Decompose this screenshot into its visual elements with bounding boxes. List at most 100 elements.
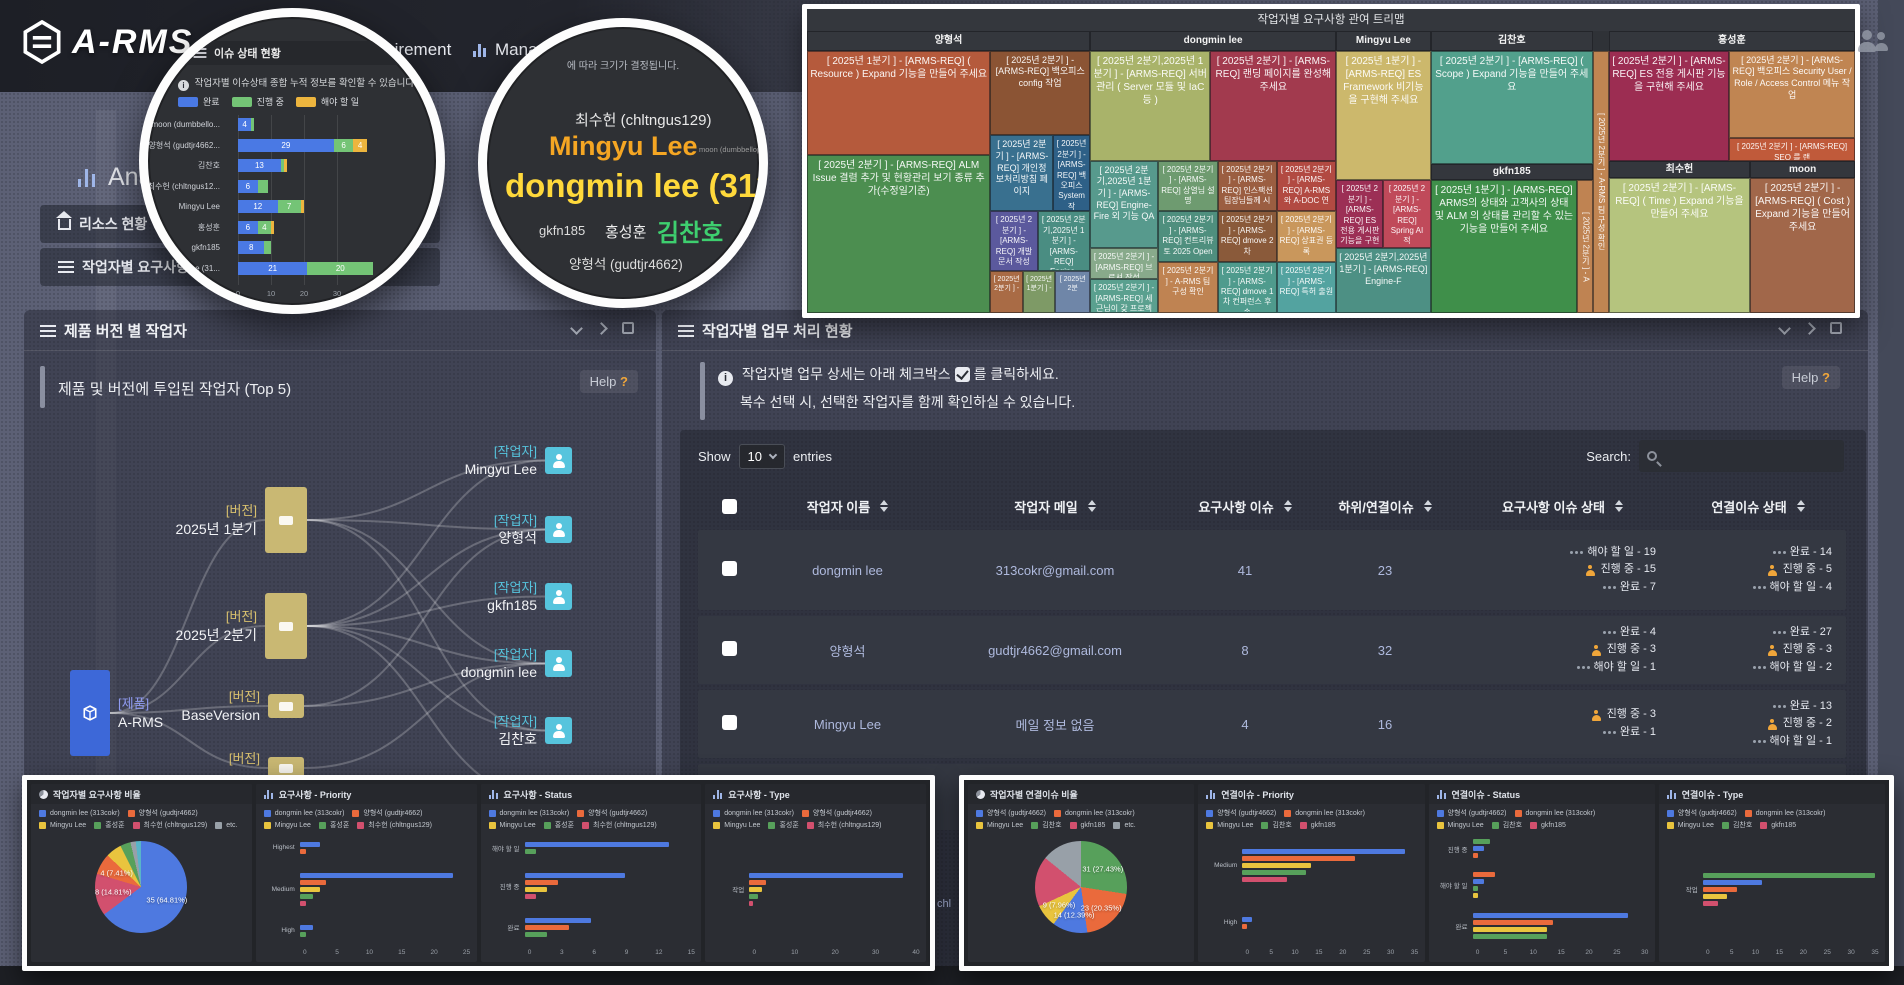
treemap-cell[interactable]: [ 2025년 2분기,2025년 1분기 ] - [ARMS-REQ] Eng… [1090,161,1158,248]
treemap-cell[interactable]: [ 2025년 2분기 ] - [ARMS-REQ] ( Time ) Expa… [1609,178,1750,313]
column-header[interactable]: 요구사항 이슈 [1175,497,1315,516]
table-header: 작업자 이름작업자 메일요구사항 이슈하위/연결이슈요구사항 이슈 상태연결이슈… [698,486,1846,526]
wordcloud-word[interactable]: 홍성훈 [605,221,646,242]
search-input[interactable] [1639,440,1844,472]
table-row[interactable]: Mingyu Lee메일 정보 없음416진행 중 - 3완료 - 1완료 - … [698,690,1846,758]
sort-icon[interactable] [1284,500,1292,512]
treemap-cell[interactable]: [ 2025년 2분기 ] - [ARMS-REQ] dmove 2차 [1218,211,1277,262]
column-header[interactable]: 연결이슈 상태 [1670,497,1846,516]
bar [1473,934,1548,939]
treemap-cell[interactable]: [ 2025년 1분기 ] - [1023,271,1055,313]
treemap-cell[interactable]: [ 2025년 2분기 ] - [ARMS-REQ] 백오피스 System 작 [1053,135,1090,211]
wordcloud-word[interactable]: 양형석 (gudtjr4662) [569,253,683,273]
sort-icon[interactable] [1424,500,1432,512]
treemap-cell[interactable]: [ 2025년 2분기 ] - [ARMS-REQ] 개인정보처리방침 페이지 [990,135,1053,211]
network-node-2025년 2분기[interactable] [265,593,307,659]
network-node-BaseVersion[interactable] [268,694,304,718]
column-header[interactable]: 작업자 메일 [935,497,1175,516]
bar [1242,917,1252,922]
network-node-김찬호[interactable] [545,717,572,744]
treemap-cell[interactable]: [ 2025년 2분기,2025년 1분기 ] - [ARMS-REQ] 서버 … [1090,51,1211,161]
treemap-cell[interactable]: [ 2025년 2분기,2025년 1분기 ] - [ARMS-REQ] Eng… [1336,248,1430,313]
divider [662,350,1868,351]
wordcloud-word[interactable]: 최수헌 (chltngus129) [575,109,711,130]
column-header[interactable]: 요구사항 이슈 상태 [1455,497,1670,516]
worker-name[interactable]: dongmin lee [760,563,935,578]
treemap-cell[interactable]: [ 2025년 2분기 ] - [990,271,1022,313]
treemap-cell[interactable]: [ 2025년 2분기 ] - A [1577,180,1593,313]
treemap-cell[interactable]: [ 2025년 2분기 ] - [ARMS-REQ] ES 전용 게시판 기능을… [1336,180,1383,248]
treemap-cell[interactable]: [ 2025년 2분기 ] - [ARMS-REQ] 컨트리뷰토 2025 Op… [1158,211,1218,262]
treemap-cell[interactable]: [ 2025년 2분기 ] - [ARMS-REQ] SEO 를 랜 [1729,138,1855,161]
x-axis-tick: 3 [560,949,564,956]
treemap-cell[interactable]: [ 2025년 1분기 ] - [ARMS-REQ] ES Framework … [1336,51,1430,181]
treemap-cell[interactable]: [ 2025년 2분기 ] - [ARMS-REQ] 개발 문서 작성 [990,211,1037,270]
treemap-cell[interactable]: [ 2025년 2분기 ] - [ARMS-REQ] 랜딩 페이지를 완성해 주… [1210,51,1336,161]
select-all-checkbox[interactable] [722,499,737,514]
treemap-cell[interactable]: [ 2025년 2분기 ] - [ARMS-REQ] 백오피스 config 작… [990,51,1090,136]
chevron-right-icon[interactable] [1803,322,1816,335]
network-node-Mingyu Lee[interactable] [545,447,572,474]
treemap-cell[interactable]: [ 2025년 1분기 ] - [ARMS-REQ] ( Resource ) … [807,51,990,155]
treemap-cell[interactable]: [ 2025년 2분기 ] - [ARMS-REQ] 백오피스 Security… [1729,51,1855,138]
network-node-2025년 1분기[interactable] [265,487,307,553]
text-fragment: chl [937,898,951,910]
chart-legend: 완료진행 중해야 할 일 [178,95,359,108]
bar-segment: 21 [238,262,307,275]
treemap-cell[interactable]: [ 2025년 2분 [1055,271,1090,313]
wordcloud-word[interactable]: Mingyu Lee [549,131,698,162]
chevron-down-icon[interactable] [1778,322,1791,335]
treemap-cell[interactable]: [ 2025년 2분기 ] - [ARMS-REQ] 인스팩션 팀장님들께 시 [1218,161,1277,212]
users-icon[interactable] [1856,30,1890,56]
table-row[interactable]: 양형석gudtjr4662@gmail.com832완료 - 4진행 중 - 3… [698,616,1846,684]
bar-group: 작업 [713,873,916,906]
treemap-cell[interactable]: [ 2025년 2분기 ] - [ARMS-REQ] dmove 1차 컨퍼런스… [1218,262,1277,313]
x-axis-tick: 5 [335,949,339,956]
treemap-cell[interactable]: [ 2025년 2분기 ] - [ARMS-REQ] ( Scope ) Exp… [1431,51,1593,164]
page-size-select[interactable]: 10 [739,444,785,469]
treemap-cell[interactable]: [ 2025년 2분기 ] - A-RMS 팀 구성 확인 [1593,51,1609,313]
treemap-cell[interactable]: [ 2025년 2분기 ] - [ARMS-REQ] 세근님이 갖 프로젝트뷰 … [1090,279,1158,313]
bar-stack: 64 [238,221,274,234]
help-button[interactable]: Help ? [1782,366,1840,389]
sort-icon[interactable] [1615,500,1623,512]
x-axis-tick: 0 [236,289,240,298]
expand-icon[interactable] [1830,322,1842,334]
status-dots-icon [1753,666,1756,669]
sort-icon[interactable] [880,500,888,512]
wordcloud-word[interactable]: 김찬호 [657,213,723,248]
x-axis-tick: 30 [333,289,341,298]
row-checkbox[interactable] [722,641,737,656]
treemap-cell[interactable]: [ 2025년 2분기 ] - A-RMS 팀 구성 확인 [1158,262,1218,313]
treemap-cell[interactable]: [ 2025년 2분기 ] - [ARMS-REQ] ES 전용 게시판 기능을… [1609,51,1730,161]
treemap-cell[interactable]: [ 2025년 2분기 ] - [ARMS-REQ] ( Cost ) Expa… [1750,178,1855,313]
wordcloud-word[interactable]: moon (dumbbelloper) [699,145,768,154]
treemap-cell[interactable]: [ 2025년 2분기 ] - [ARMS-REQ] 브로셔 작성 [1090,248,1158,279]
table-row[interactable]: dongmin lee313cokr@gmail.com4123해야 할 일 -… [698,530,1846,610]
worker-name[interactable]: 양형석 [760,641,935,660]
treemap-cell[interactable]: [ 2025년 2분기 ] - [ARMS-REQ] Spring AI 적 [1383,180,1430,248]
treemap-cell[interactable]: [ 2025년 2분기 ] - [ARMS-REQ] 특허 출원 [1277,262,1337,313]
sort-icon[interactable] [1797,500,1805,512]
wordcloud-word[interactable]: gkfn185 [539,223,585,238]
column-header[interactable]: 작업자 이름 [760,497,935,516]
bar-segment: 6 [238,180,258,193]
treemap-cell[interactable]: [ 2025년 1분기 ] - [ARMS-REQ] ARMS의 상태와 고객사… [1431,180,1578,313]
sort-icon[interactable] [1088,500,1096,512]
wordcloud-word[interactable]: dongmin lee (313cokr) [505,167,768,205]
network-node-dongmin lee[interactable] [545,650,572,677]
network-node-A-RMS[interactable] [70,670,110,756]
network-node-gkfn185[interactable] [545,583,572,610]
treemap-cell[interactable]: [ 2025년 2분기 ] - [ARMS-REQ] 상표권 등록 [1277,211,1337,262]
treemap-cell[interactable]: [ 2025년 2분기 ] - [ARMS-REQ] ALM Issue 결렴 … [807,155,990,313]
column-header[interactable]: 하위/연결이슈 [1315,497,1455,516]
worker-name[interactable]: Mingyu Lee [760,717,935,732]
row-checkbox[interactable] [722,715,737,730]
network-node-양형석[interactable] [545,516,572,543]
treemap-cell[interactable]: [ 2025년 2분기 ] - [ARMS-REQ] 상열님 설명 [1158,161,1218,212]
treemap-cell[interactable]: [ 2025년 2분기 ] - [ARMS-REQ] A-RMS 와 A-DOC… [1277,161,1337,212]
row-checkbox[interactable] [722,561,737,576]
treemap-cell[interactable]: [ 2025년 2분기,2025년 1분기 ] - [ARMS-REQ] Eng… [1038,211,1090,270]
bar [300,849,307,854]
treemap-group-header: 김찬호 [1431,31,1593,51]
